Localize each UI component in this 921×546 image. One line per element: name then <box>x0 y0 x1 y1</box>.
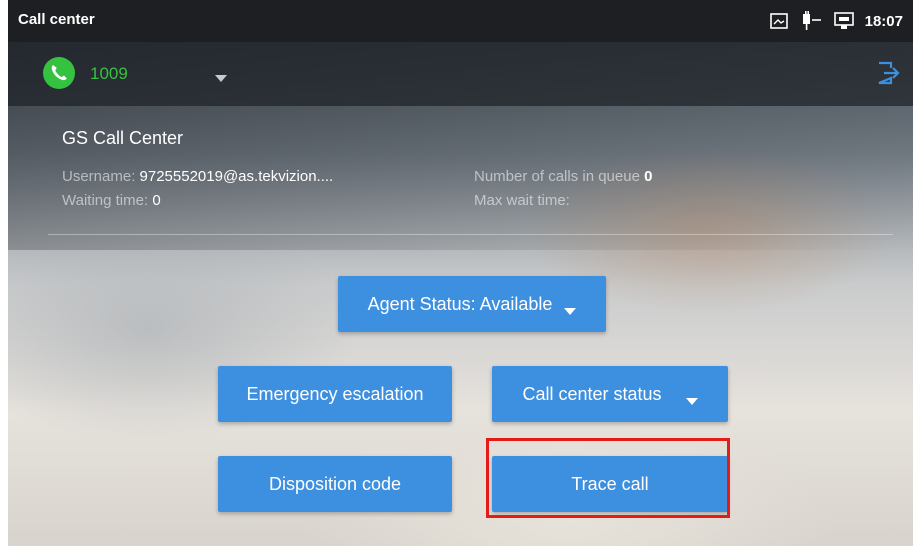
call-center-info: GS Call Center Username: 9725552019@as.t… <box>48 106 893 235</box>
queue-count-row: Number of calls in queue 0 <box>474 168 652 185</box>
chevron-down-icon[interactable] <box>214 70 228 82</box>
username-label: Username: <box>62 168 136 185</box>
call-center-name: GS Call Center <box>62 128 184 148</box>
ethernet-icon <box>833 11 855 31</box>
disposition-code-label: Disposition code <box>268 473 402 494</box>
chevron-down-icon <box>685 390 698 405</box>
emergency-escalation-label: Emergency escalation <box>246 383 424 404</box>
status-bar: Call center 18:07 <box>8 0 913 42</box>
call-center-screen: Call center 18:07 1009 GS Call Center Us… <box>8 0 913 546</box>
status-icons: 18:07 <box>769 8 903 34</box>
waiting-time-label: Waiting time: <box>62 192 149 209</box>
max-wait-row: Max wait time: <box>474 192 570 209</box>
agent-status-label: Agent Status: Available <box>367 293 553 314</box>
call-center-status-label: Call center status <box>522 383 662 404</box>
disposition-code-button[interactable]: Disposition code <box>218 456 452 512</box>
phone-icon <box>42 56 76 90</box>
usb-power-icon <box>799 11 823 31</box>
chevron-down-icon <box>564 300 577 315</box>
emergency-escalation-button[interactable]: Emergency escalation <box>218 366 452 422</box>
trace-call-highlight <box>486 438 730 518</box>
waiting-time-row: Waiting time: 0 <box>62 192 161 209</box>
queue-count-label: Number of calls in queue <box>474 168 640 185</box>
username-value: 9725552019@as.tekvizion.... <box>139 168 334 185</box>
agent-status-dropdown[interactable]: Agent Status: Available <box>338 276 606 332</box>
waiting-time-value: 0 <box>152 192 161 209</box>
queue-count-value: 0 <box>644 168 653 185</box>
call-center-status-dropdown[interactable]: Call center status <box>492 366 728 422</box>
app-title: Call center <box>18 11 95 28</box>
account-number[interactable]: 1009 <box>90 64 128 84</box>
account-bar: 1009 <box>8 42 913 106</box>
username-row: Username: 9725552019@as.tekvizion.... <box>62 168 333 185</box>
clock: 18:07 <box>864 12 903 30</box>
max-wait-label: Max wait time: <box>474 192 570 209</box>
logout-icon[interactable] <box>875 60 901 86</box>
screenshot-icon <box>769 12 789 30</box>
